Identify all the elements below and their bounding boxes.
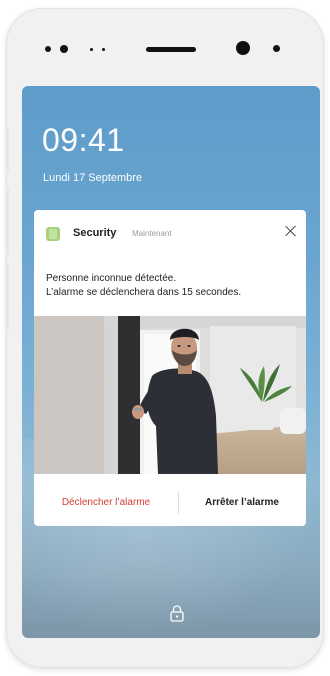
notification-message: Personne inconnue détectée. L’alarme se … — [46, 272, 296, 300]
security-app-icon — [46, 227, 60, 241]
message-line: L’alarme se déclenchera dans 15 secondes… — [46, 287, 242, 298]
side-button — [6, 188, 9, 254]
notification-timestamp: Maintenant — [132, 229, 172, 238]
sensor-dot — [90, 48, 93, 51]
app-name: Security — [73, 227, 117, 239]
lock-icon[interactable] — [170, 604, 184, 622]
phone-frame: 09:41 Lundi 17 Septembre Security Mainte… — [6, 8, 324, 668]
notification-card[interactable]: Security Maintenant Personne inconnue dé… — [34, 210, 306, 526]
lock-screen: 09:41 Lundi 17 Septembre Security Mainte… — [22, 86, 320, 638]
sensor-dot — [273, 45, 280, 52]
speaker-grille — [146, 47, 196, 52]
intruder-photo — [34, 316, 306, 474]
camera-snapshot[interactable] — [34, 316, 306, 474]
close-icon[interactable] — [284, 224, 298, 238]
sensor-dot — [60, 45, 68, 53]
lockscreen-date: Lundi 17 Septembre — [43, 172, 143, 184]
lockscreen-time: 09:41 — [42, 122, 125, 158]
trigger-alarm-button[interactable]: Déclencher l’alarme — [34, 480, 178, 526]
notification-header: Security Maintenant — [34, 210, 306, 250]
stop-alarm-button[interactable]: Arrêter l’alarme — [178, 480, 306, 526]
message-line: Personne inconnue détectée. — [46, 273, 177, 284]
side-button — [6, 128, 9, 172]
sensor-dot — [45, 46, 51, 52]
sensor-dot — [102, 48, 105, 51]
side-button — [6, 264, 9, 330]
notification-actions: Déclencher l’alarme Arrêter l’alarme — [34, 480, 306, 526]
camera-icon — [236, 41, 250, 55]
